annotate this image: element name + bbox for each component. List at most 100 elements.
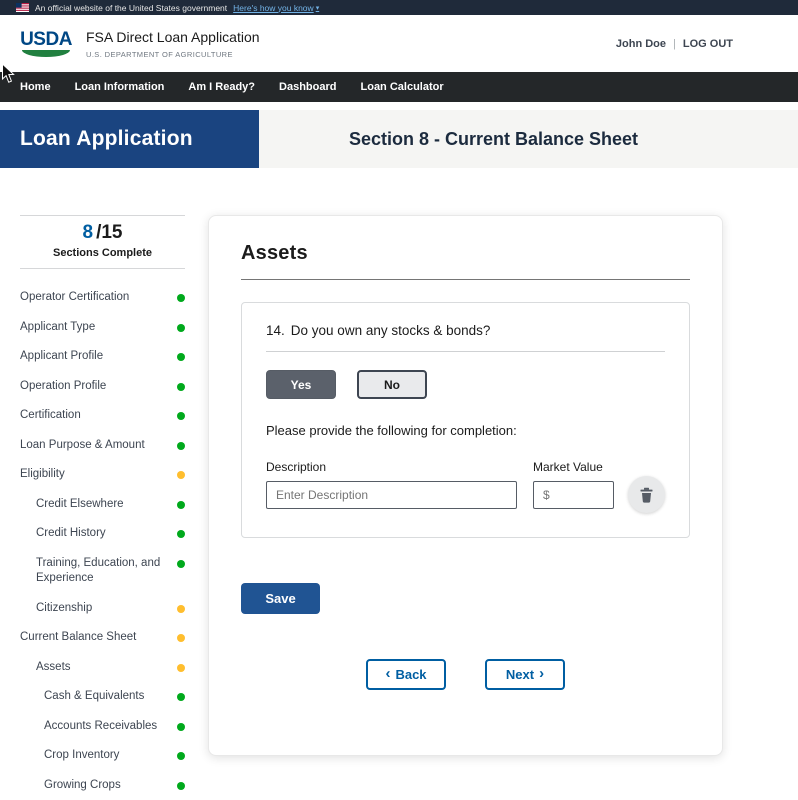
choice-row: Yes No bbox=[266, 370, 665, 399]
app-title: FSA Direct Loan Application bbox=[86, 29, 260, 45]
bottom-nav: ‹ Back Next › bbox=[241, 659, 690, 690]
app-subtitle: U.S. DEPARTMENT OF AGRICULTURE bbox=[86, 50, 260, 59]
content: 8/15 Sections Complete Operator Certific… bbox=[0, 168, 798, 800]
no-button[interactable]: No bbox=[357, 370, 427, 399]
usda-logo-swoosh bbox=[22, 50, 70, 57]
status-dot-in-progress bbox=[177, 634, 185, 642]
description-input[interactable] bbox=[266, 481, 517, 509]
sidebar-item-credit-elsewhere[interactable]: Credit Elsewhere bbox=[20, 490, 185, 520]
back-button[interactable]: ‹ Back bbox=[366, 659, 446, 690]
save-button[interactable]: Save bbox=[241, 583, 320, 614]
sidebar-item-label: Crop Inventory bbox=[44, 748, 169, 764]
market-value-field: Market Value bbox=[533, 460, 614, 509]
sidebar-item-credit-history[interactable]: Credit History bbox=[20, 519, 185, 549]
market-value-label: Market Value bbox=[533, 460, 614, 474]
sidebar-item-label: Loan Purpose & Amount bbox=[20, 438, 169, 454]
next-button[interactable]: Next › bbox=[485, 659, 565, 690]
main-card: Assets 14. Do you own any stocks & bonds… bbox=[208, 215, 723, 756]
sections-complete-label: Sections Complete bbox=[20, 247, 185, 259]
heading-divider bbox=[241, 279, 690, 280]
status-dot-complete bbox=[177, 752, 185, 760]
next-button-label: Next bbox=[506, 667, 534, 682]
sidebar-item-label: Certification bbox=[20, 408, 169, 424]
gov-banner: An official website of the United States… bbox=[0, 0, 798, 15]
status-dot-complete bbox=[177, 501, 185, 509]
sections-counts: 8/15 bbox=[20, 223, 185, 243]
sidebar-item-label: Cash & Equivalents bbox=[44, 689, 169, 705]
sidebar: 8/15 Sections Complete Operator Certific… bbox=[20, 215, 185, 800]
sections-complete-count: 8 bbox=[83, 222, 94, 243]
sidebar-item-accounts-receivables[interactable]: Accounts Receivables bbox=[20, 712, 185, 742]
status-dot-complete bbox=[177, 782, 185, 790]
site-header: USDA FSA Direct Loan Application U.S. DE… bbox=[0, 15, 798, 72]
sidebar-item-citizenship[interactable]: Citizenship bbox=[20, 594, 185, 624]
sidebar-item-current-balance-sheet[interactable]: Current Balance Sheet bbox=[20, 623, 185, 653]
sidebar-item-crop-inventory[interactable]: Crop Inventory bbox=[20, 741, 185, 771]
status-dot-complete bbox=[177, 723, 185, 731]
question-line: 14. Do you own any stocks & bonds? bbox=[266, 323, 665, 338]
question-text: Do you own any stocks & bonds? bbox=[291, 323, 491, 338]
nav-item-loan-information[interactable]: Loan Information bbox=[63, 72, 177, 102]
sidebar-section-list: Operator Certification Applicant Type Appl… bbox=[20, 283, 185, 800]
sidebar-item-applicant-type[interactable]: Applicant Type bbox=[20, 313, 185, 343]
status-dot-in-progress bbox=[177, 471, 185, 479]
sidebar-item-label: Training, Education, and Experience bbox=[36, 556, 169, 587]
back-button-label: Back bbox=[395, 667, 426, 682]
sidebar-item-training-education-and-experience[interactable]: Training, Education, and Experience bbox=[20, 549, 185, 594]
sidebar-item-growing-crops[interactable]: Growing Crops bbox=[20, 771, 185, 800]
title-band: Loan Application Section 8 - Current Bal… bbox=[0, 110, 798, 168]
main-nav: HomeLoan InformationAm I Ready?Dashboard… bbox=[0, 72, 798, 102]
yes-button[interactable]: Yes bbox=[266, 370, 336, 399]
user-name: John Doe bbox=[616, 38, 666, 50]
sidebar-item-label: Applicant Type bbox=[20, 320, 169, 336]
sidebar-item-eligibility[interactable]: Eligibility bbox=[20, 460, 185, 490]
status-dot-complete bbox=[177, 353, 185, 361]
status-dot-complete bbox=[177, 693, 185, 701]
status-dot-in-progress bbox=[177, 605, 185, 613]
sidebar-item-label: Credit Elsewhere bbox=[36, 497, 169, 513]
market-value-input[interactable] bbox=[533, 481, 614, 509]
sidebar-item-label: Applicant Profile bbox=[20, 349, 169, 365]
chevron-down-icon: ▾ bbox=[316, 4, 320, 12]
sidebar-item-loan-purpose-amount[interactable]: Loan Purpose & Amount bbox=[20, 431, 185, 461]
question-divider bbox=[266, 351, 665, 352]
sidebar-item-label: Assets bbox=[36, 660, 169, 676]
instruction-text: Please provide the following for complet… bbox=[266, 423, 665, 438]
logout-link[interactable]: LOG OUT bbox=[683, 38, 733, 50]
nav-item-am-i-ready[interactable]: Am I Ready? bbox=[176, 72, 267, 102]
header-titles: FSA Direct Loan Application U.S. DEPARTM… bbox=[86, 29, 260, 59]
sidebar-item-cash-equivalents[interactable]: Cash & Equivalents bbox=[20, 682, 185, 712]
sidebar-item-assets[interactable]: Assets bbox=[20, 653, 185, 683]
sidebar-item-operation-profile[interactable]: Operation Profile bbox=[20, 372, 185, 402]
nav-item-home[interactable]: Home bbox=[8, 72, 63, 102]
sidebar-item-certification[interactable]: Certification bbox=[20, 401, 185, 431]
sections-total-count: /15 bbox=[96, 222, 122, 243]
sidebar-item-label: Credit History bbox=[36, 526, 169, 542]
usda-logo[interactable]: USDA bbox=[20, 30, 72, 57]
status-dot-complete bbox=[177, 442, 185, 450]
sidebar-item-operator-certification[interactable]: Operator Certification bbox=[20, 283, 185, 313]
status-dot-complete bbox=[177, 560, 185, 568]
user-separator: | bbox=[673, 38, 676, 50]
question-number: 14. bbox=[266, 323, 285, 338]
fields-row: Description Market Value bbox=[266, 460, 665, 509]
user-area: John Doe | LOG OUT bbox=[616, 38, 733, 50]
chevron-right-icon: › bbox=[539, 666, 544, 681]
sidebar-item-applicant-profile[interactable]: Applicant Profile bbox=[20, 342, 185, 372]
sidebar-item-label: Eligibility bbox=[20, 467, 169, 483]
description-field: Description bbox=[266, 460, 517, 509]
how-you-know-link[interactable]: Here's how you know▾ bbox=[233, 3, 319, 13]
delete-row-button[interactable] bbox=[628, 476, 665, 513]
assets-heading: Assets bbox=[241, 242, 690, 265]
sidebar-item-label: Current Balance Sheet bbox=[20, 630, 169, 646]
nav-item-loan-calculator[interactable]: Loan Calculator bbox=[349, 72, 456, 102]
chevron-left-icon: ‹ bbox=[385, 666, 390, 681]
main-nav-list: HomeLoan InformationAm I Ready?Dashboard… bbox=[8, 72, 456, 102]
usda-logo-text: USDA bbox=[20, 30, 72, 49]
sidebar-item-label: Operation Profile bbox=[20, 379, 169, 395]
nav-item-dashboard[interactable]: Dashboard bbox=[267, 72, 348, 102]
sidebar-item-label: Growing Crops bbox=[44, 778, 169, 794]
status-dot-in-progress bbox=[177, 664, 185, 672]
sections-complete-counter: 8/15 Sections Complete bbox=[20, 215, 185, 269]
sidebar-item-label: Citizenship bbox=[36, 601, 169, 617]
